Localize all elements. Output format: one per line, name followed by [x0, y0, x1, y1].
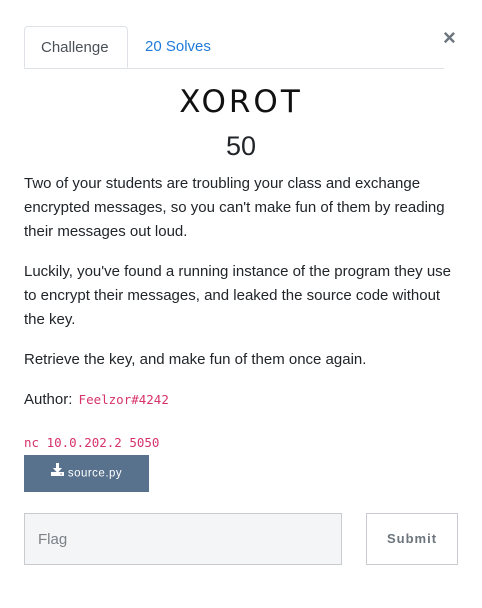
author-handle: Feelzor#4242 — [78, 392, 169, 407]
challenge-title: XOROT — [179, 84, 303, 120]
challenge-tabs: Challenge 20 Solves — [24, 26, 444, 69]
tab-challenge[interactable]: Challenge — [24, 26, 128, 68]
author-label: Author: — [24, 391, 73, 408]
download-source-button[interactable]: source.py — [24, 455, 149, 492]
flag-input[interactable] — [24, 513, 342, 565]
connection-command: nc 10.0.202.2 5050 — [24, 435, 160, 450]
description-paragraph: Luckily, you've found a running instance… — [24, 263, 452, 328]
tab-solves[interactable]: 20 Solves — [129, 26, 227, 67]
challenge-description: Two of your students are troubling your … — [24, 172, 464, 388]
description-paragraph: Retrieve the key, and make fun of them o… — [24, 351, 367, 368]
submit-button[interactable]: Submit — [366, 513, 458, 565]
challenge-points: 50 — [225, 131, 257, 161]
author-line: Author: Feelzor#4242 — [24, 388, 169, 412]
download-icon — [50, 455, 64, 492]
description-paragraph: Two of your students are troubling your … — [24, 175, 445, 240]
file-name: source.py — [67, 467, 123, 480]
close-icon[interactable]: × — [443, 27, 456, 49]
